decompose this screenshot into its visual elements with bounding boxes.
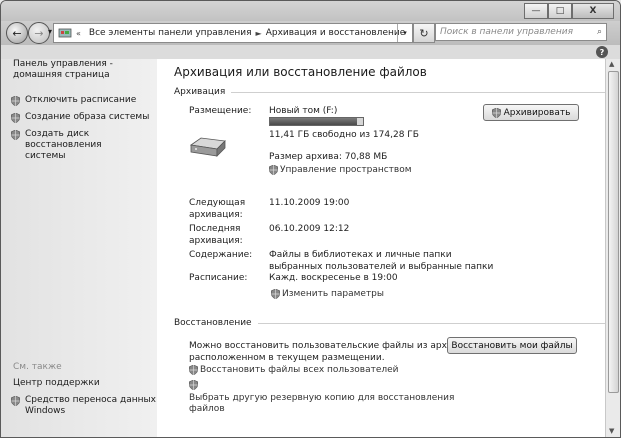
free-space-text: 11,41 ГБ свободно из 174,28 ГБ: [269, 130, 419, 140]
manage-space-link[interactable]: Управление пространством: [269, 164, 412, 175]
contents-label: Содержание:: [189, 250, 253, 260]
change-settings-link[interactable]: Изменить параметры: [271, 288, 384, 299]
shield-icon: [271, 289, 280, 299]
breadcrumb-separator: «: [76, 28, 81, 38]
sidebar-item-create-recovery-disc[interactable]: Создать диск восстановления системы: [11, 129, 157, 162]
minimize-button[interactable]: —: [524, 3, 548, 19]
shield-icon: [189, 379, 198, 391]
scroll-down-arrow-icon[interactable]: ▼: [609, 427, 614, 435]
section-divider: [231, 91, 605, 93]
sidebar: Панель управления - домашняя страница От…: [1, 59, 157, 437]
section-divider: [257, 322, 605, 324]
refresh-button[interactable]: ↻: [413, 23, 435, 43]
restore-description: Можно восстановить пользовательские файл…: [189, 341, 466, 363]
last-backup-label: Последняя архивация:: [189, 224, 243, 246]
scroll-up-arrow-icon[interactable]: ▲: [609, 60, 614, 68]
sidebar-item-disable-schedule[interactable]: Отключить расписание: [11, 95, 136, 106]
sidebar-item-label: Средство переноса данных Windows: [25, 395, 156, 416]
select-another-backup-link[interactable]: Выбрать другую резервную копию для восст…: [189, 379, 454, 415]
back-button[interactable]: ←: [6, 22, 28, 44]
shield-icon: [189, 365, 198, 375]
search-placeholder: Поиск в панели управления: [440, 27, 573, 37]
next-backup-label: Следующая архивация:: [189, 198, 246, 220]
manage-space-label: Управление пространством: [280, 164, 412, 175]
backup-now-button[interactable]: Архивировать: [483, 104, 579, 121]
maximize-button[interactable]: □: [548, 3, 572, 19]
select-another-backup-label: Выбрать другую резервную копию для восст…: [189, 393, 455, 414]
backup-now-label: Архивировать: [503, 107, 571, 118]
page-title: Архивация или восстановление файлов: [174, 65, 427, 79]
backup-section-header: Архивация: [174, 87, 605, 97]
see-also-heading: См. также: [13, 362, 62, 372]
address-dropdown-button[interactable]: ▾: [397, 24, 412, 42]
shield-icon: [269, 165, 278, 175]
restore-section-header: Восстановление: [174, 318, 605, 328]
window: — □ X ← → ▾ « Все элементы панели управл…: [0, 0, 621, 438]
forward-button[interactable]: →: [28, 22, 50, 44]
breadcrumb-all-control-panel-items[interactable]: Все элементы панели управления: [89, 28, 252, 38]
restore-all-users-label: Восстановить файлы всех пользователей: [200, 364, 399, 375]
hard-drive-icon: [189, 137, 226, 157]
vertical-scrollbar[interactable]: ▲ ▼: [605, 59, 620, 437]
archive-size-text: Размер архива: 70,88 МБ: [269, 152, 388, 162]
command-bar: ?: [1, 45, 620, 59]
last-backup-value: 06.10.2009 12:12: [269, 224, 350, 234]
next-backup-value: 11.10.2009 19:00: [269, 198, 350, 208]
restore-all-users-link[interactable]: Восстановить файлы всех пользователей: [189, 364, 399, 375]
search-input[interactable]: Поиск в панели управления ⌕: [435, 23, 607, 41]
backup-volume-name: Новый том (F:): [269, 106, 338, 116]
sidebar-item-create-system-image[interactable]: Создание образа системы: [11, 112, 149, 123]
close-button[interactable]: X: [572, 3, 614, 19]
address-bar[interactable]: « Все элементы панели управления ► Архив…: [53, 23, 413, 43]
shield-icon: [11, 396, 20, 406]
window-controls: — □ X: [524, 3, 614, 19]
location-label: Размещение:: [189, 106, 252, 116]
sidebar-item-label: Отключить расписание: [25, 95, 137, 105]
shield-icon: [11, 96, 20, 106]
shield-icon: [11, 113, 20, 123]
search-icon[interactable]: ⌕: [597, 27, 602, 37]
scrollbar-thumb[interactable]: [608, 71, 619, 393]
sidebar-control-panel-home[interactable]: Панель управления - домашняя страница: [13, 59, 113, 81]
backup-section-title: Архивация: [174, 87, 226, 97]
navigation-bar: ← → ▾ « Все элементы панели управления ►…: [1, 21, 620, 45]
schedule-label: Расписание:: [189, 273, 248, 283]
restore-section-title: Восстановление: [174, 318, 252, 328]
sidebar-item-label: Создание образа системы: [25, 112, 150, 122]
control-panel-icon: [58, 28, 72, 38]
disk-usage-bar: [269, 117, 364, 126]
disk-usage-fill: [270, 118, 357, 125]
shield-icon: [491, 108, 501, 118]
help-icon[interactable]: ?: [596, 46, 608, 58]
breadcrumb-separator: ►: [255, 28, 262, 38]
recent-pages-button[interactable]: ▾: [48, 27, 52, 36]
title-bar: — □ X: [1, 1, 620, 21]
contents-value: Файлы в библиотеках и личные папки выбра…: [269, 250, 494, 272]
sidebar-item-label: Создать диск восстановления системы: [25, 129, 102, 161]
restore-my-files-button[interactable]: Восстановить мои файлы: [447, 337, 577, 354]
schedule-value: Кажд. воскресенье в 19:00: [269, 273, 398, 283]
see-also-action-center[interactable]: Центр поддержки: [13, 378, 100, 389]
breadcrumb-backup-restore[interactable]: Архивация и восстановление: [266, 28, 406, 38]
main-content: Архивация или восстановление файлов Архи…: [157, 59, 606, 437]
change-settings-label: Изменить параметры: [282, 288, 385, 299]
shield-icon: [11, 130, 20, 140]
see-also-windows-easy-transfer[interactable]: Средство переноса данных Windows: [11, 395, 156, 417]
